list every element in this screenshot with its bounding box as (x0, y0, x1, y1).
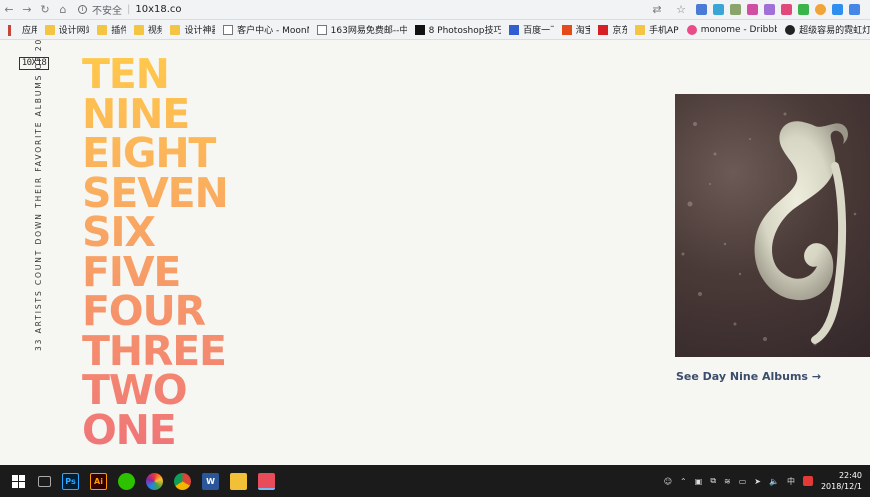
illustrator-icon[interactable]: Ai (90, 472, 107, 490)
bookmark-tray-icon[interactable]: ⧉ (710, 476, 716, 486)
bookmark-item[interactable]: 163网易免费邮--中文 (316, 23, 407, 36)
countdown-list: TEN NINE EIGHT SEVEN SIX FIVE FOUR THREE… (82, 55, 312, 450)
apps-icon (8, 24, 18, 36)
bookmark-item[interactable]: 百度一下 (509, 23, 554, 36)
sogou-icon[interactable] (802, 476, 813, 486)
bookmark-item[interactable]: monome - Dribbble (686, 24, 777, 35)
taobao-icon (561, 24, 572, 35)
address-divider: | (127, 4, 131, 15)
word-icon[interactable]: W (202, 472, 219, 490)
url-text[interactable]: 10x18.co (135, 4, 181, 15)
notification-icon[interactable]: ▣ (695, 477, 703, 486)
folder-icon (170, 24, 181, 35)
extension-icon[interactable] (747, 4, 758, 15)
wifi-icon[interactable]: ≋ (724, 477, 731, 486)
web-page: 10X18 33 ARTISTS COUNT DOWN THEIR FAVORI… (0, 37, 870, 465)
folder-icon (97, 24, 108, 35)
address-bar[interactable]: i 不安全 | 10x18.co (78, 2, 648, 17)
windows-taskbar: Ps Ai W ☺ ⌃ ▣ ⧉ ≋ ▭ ➤ 🔈 中 22:40 2018/12/… (0, 465, 870, 497)
countdown-six[interactable]: SIX (82, 213, 312, 253)
folder-icon (44, 24, 55, 35)
translate-icon[interactable]: ⇄ (648, 3, 666, 16)
send-icon[interactable]: ➤ (754, 477, 761, 486)
wechat-icon[interactable] (118, 472, 135, 490)
clock-time: 22:40 (838, 471, 862, 480)
album-artwork (681, 112, 857, 346)
chrome-icon[interactable] (174, 472, 191, 490)
a-icon (785, 24, 796, 35)
bookmark-item[interactable]: 设计神器 (170, 23, 215, 36)
extension-icon[interactable] (764, 4, 775, 15)
countdown-two[interactable]: TWO (82, 371, 312, 411)
screen-recorder-icon[interactable] (258, 472, 275, 490)
bookmark-item[interactable]: 8 Photoshop技巧和 (414, 23, 501, 36)
ds-icon (414, 24, 425, 35)
bookmark-item[interactable]: 淘宝 (561, 23, 590, 36)
folder-icon (634, 24, 645, 35)
clock-date: 2018/12/1 (820, 482, 862, 491)
bookmark-item[interactable]: 应用 (8, 23, 37, 36)
bookmark-star-icon[interactable]: ☆ (672, 3, 690, 16)
bookmark-item[interactable]: 客户中心 - MoonNe (223, 23, 309, 36)
extension-icon[interactable] (781, 4, 792, 15)
home-button[interactable]: ⌂ (54, 3, 72, 16)
chevron-up-icon[interactable]: ⌃ (680, 477, 687, 486)
reload-button[interactable]: ↻ (36, 3, 54, 16)
browser-toolbar: ← → ↻ ⌂ i 不安全 | 10x18.co ⇄ ☆ (0, 0, 870, 20)
bookmark-item[interactable]: 手机APP (634, 23, 679, 36)
extension-icon[interactable] (849, 4, 860, 15)
info-icon[interactable]: i (78, 5, 87, 14)
extension-icon[interactable] (730, 4, 741, 15)
windows-start-icon[interactable] (10, 473, 27, 490)
battery-icon[interactable]: ▭ (739, 477, 747, 486)
baidu-icon (509, 24, 520, 35)
see-day-nine-link[interactable]: See Day Nine Albums → (676, 370, 821, 383)
countdown-eight[interactable]: EIGHT (82, 134, 312, 174)
countdown-one[interactable]: ONE (82, 411, 312, 451)
extension-icon[interactable] (815, 4, 826, 15)
file-explorer-icon[interactable] (230, 472, 247, 490)
document-icon (316, 24, 327, 35)
extension-icon[interactable] (798, 4, 809, 15)
person-icon[interactable]: ☺ (664, 477, 672, 486)
folder-icon (133, 24, 144, 35)
extension-icon[interactable] (696, 4, 707, 15)
clock[interactable]: 22:40 2018/12/1 (821, 470, 862, 492)
countdown-four[interactable]: FOUR (82, 292, 312, 332)
document-icon (223, 24, 234, 35)
extension-icon[interactable] (832, 4, 843, 15)
album-cover-image[interactable] (675, 94, 870, 357)
countdown-ten[interactable]: TEN (82, 55, 312, 95)
back-button[interactable]: ← (0, 3, 18, 16)
jd-icon (598, 24, 609, 35)
system-tray: ☺ ⌃ ▣ ⧉ ≋ ▭ ➤ 🔈 中 22:40 2018/12/1 (664, 470, 870, 492)
bookmark-item[interactable]: 视频 (133, 23, 162, 36)
ime-indicator[interactable]: 中 (787, 476, 795, 487)
dribbble-icon (686, 24, 697, 35)
extensions-area: ⇄ ☆ (648, 3, 860, 16)
photoshop-icon[interactable]: Ps (62, 472, 79, 490)
forward-button[interactable]: → (18, 3, 36, 16)
color-app-icon[interactable] (146, 472, 163, 490)
task-view-icon[interactable] (38, 475, 51, 487)
bookmark-item[interactable]: 京东 (598, 23, 627, 36)
extension-icon[interactable] (713, 4, 724, 15)
volume-icon[interactable]: 🔈 (769, 477, 779, 486)
bookmark-item[interactable]: 超级容易的霓虹灯效 (785, 23, 870, 36)
bookmarks-bar: 应用 设计网站 插件 视频 设计神器 客户中心 - MoonNe 163网易免费… (0, 20, 870, 40)
bookmark-item[interactable]: 设计网站 (44, 23, 89, 36)
security-label: 不安全 (92, 6, 122, 17)
bookmark-item[interactable]: 插件 (97, 23, 126, 36)
site-tagline: 33 ARTISTS COUNT DOWN THEIR FAVORITE ALB… (34, 37, 43, 351)
